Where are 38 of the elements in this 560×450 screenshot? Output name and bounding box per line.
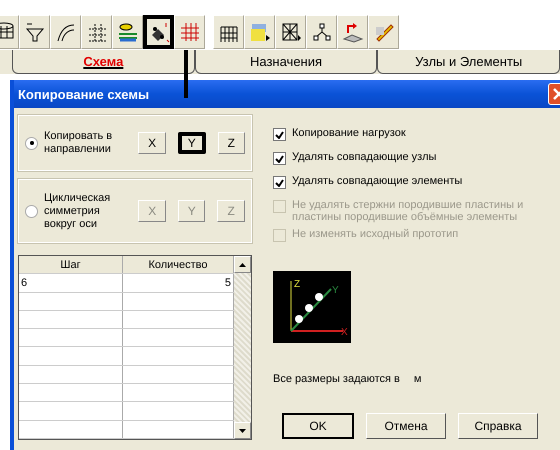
window-title: Копирование схемы [18,86,150,102]
checkbox-label: Не изменять исходный прототип [292,228,458,240]
radio-label: Копировать в направлении [44,130,114,156]
dialog-button[interactable]: OK [282,413,354,439]
funnel-icon [24,21,46,43]
radio-label: Циклическая симметрия вокруг оси [44,192,112,230]
tab[interactable]: Узлы и Элементы [377,50,560,74]
hierarchy-icon [310,21,332,43]
column-header: Количество [123,256,234,274]
axis-button[interactable]: Y [178,132,206,154]
down-arrow-icon [239,428,246,432]
grid-icon [178,21,200,43]
up-arrow-icon [239,262,246,266]
tab[interactable]: Схема [12,50,195,74]
axis-button[interactable]: X [138,132,166,154]
dialog-button[interactable]: Справка [458,413,538,439]
folder-icon [248,21,270,43]
checkbox-label: Удалять совпадающие узлы [292,151,436,163]
table-cell: 6 [19,274,123,292]
units-label: Все размеры задаются в [273,373,400,385]
checkbox[interactable] [273,176,286,189]
column-header: Шаг [19,256,123,274]
checkbox[interactable] [273,128,286,141]
arrow-icon [342,21,364,43]
dialog-button[interactable]: Отмена [366,413,446,439]
cross-box-icon [280,21,302,43]
scrollbar[interactable] [234,256,251,439]
checkbox-label: Копирование нагрузок [292,127,406,139]
checkbox-label: Удалять совпадающие элементы [292,175,462,187]
axes-preview-drawing: Z Y X [273,271,351,343]
radio-button[interactable] [25,204,38,218]
units-value: м [414,373,422,385]
checkbox-label: Не удалять стержни породившие пластины и пластины породившие объёмные элементы [292,199,524,223]
checkbox[interactable] [273,152,286,165]
toolbar-button[interactable] [143,15,174,49]
radio-button[interactable] [25,136,38,150]
axis-button[interactable]: Z [218,132,245,154]
tab[interactable]: Назначения [194,50,378,74]
